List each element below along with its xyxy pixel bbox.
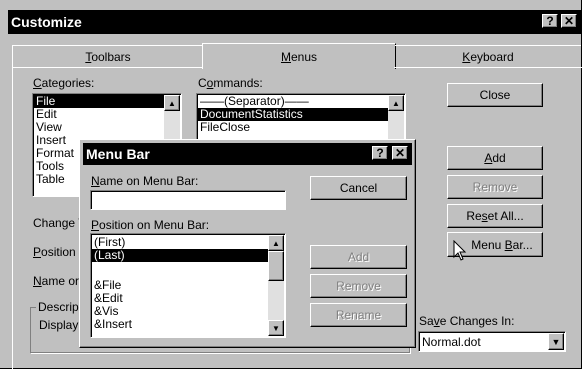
tab-panel-border xyxy=(12,67,202,68)
customize-title: Customize xyxy=(11,14,82,30)
commands-label: Commands: xyxy=(198,76,263,90)
list-item[interactable]: (Last) xyxy=(92,249,268,262)
add-button-label: Add xyxy=(484,151,506,165)
tab-toolbars-label: Toolbars xyxy=(85,50,131,64)
menu-bar-rename-button[interactable]: Rename xyxy=(310,303,407,327)
menu-bar-close-button[interactable]: ✕ xyxy=(392,146,408,160)
remove-button[interactable]: Remove xyxy=(447,175,543,199)
dropdown-button[interactable]: ▼ xyxy=(548,333,564,350)
tab-toolbars[interactable]: Toolbars xyxy=(12,45,203,68)
menu-bar-remove-button[interactable]: Remove xyxy=(310,274,407,298)
arrow-down-icon: ▼ xyxy=(551,336,561,347)
description-text: Display xyxy=(39,318,79,332)
name-on-menu-bar-input[interactable] xyxy=(90,190,286,210)
list-item[interactable]: &Insert xyxy=(92,318,268,331)
menu-bar-add-label: Add xyxy=(347,250,370,264)
close-button[interactable]: Close xyxy=(447,83,543,107)
menu-bar-remove-label: Remove xyxy=(336,279,381,293)
description-group-label: Descrip xyxy=(36,300,81,314)
arrow-up-icon: ▲ xyxy=(272,238,280,248)
commands-list[interactable]: ——(Separator)—— DocumentStatistics FileC… xyxy=(196,93,406,145)
tab-menus[interactable]: Menus xyxy=(202,43,396,69)
name-on-menu-bar-label: Name on Menu Bar: xyxy=(91,174,199,188)
mouse-pointer-icon xyxy=(453,240,467,261)
scroll-thumb[interactable] xyxy=(268,251,284,281)
reset-all-button[interactable]: Reset All... xyxy=(447,204,543,228)
save-changes-value: Normal.dot xyxy=(422,335,481,349)
categories-label: Categories: xyxy=(33,76,95,90)
customize-help-button[interactable]: ? xyxy=(542,14,558,28)
arrow-down-icon: ▼ xyxy=(272,323,280,333)
menu-bar-help-button[interactable]: ? xyxy=(372,146,388,160)
list-item[interactable] xyxy=(92,262,268,279)
arrow-up-icon: ▲ xyxy=(168,98,176,108)
reset-all-button-label: Reset All... xyxy=(466,209,524,223)
tab-keyboard[interactable]: Keyboard xyxy=(395,45,581,68)
help-icon: ? xyxy=(376,146,384,160)
tab-keyboard-label: Keyboard xyxy=(462,50,514,64)
position-label: Position c xyxy=(33,245,86,259)
remove-button-label: Remove xyxy=(472,180,518,194)
save-changes-select[interactable]: Normal.dot ▼ xyxy=(418,331,566,352)
position-scrollbar[interactable]: ▲ ▼ xyxy=(268,235,284,336)
menu-bar-rename-label: Rename xyxy=(335,308,382,322)
menu-bar-titlebar[interactable]: Menu Bar xyxy=(83,143,412,165)
tab-panel-border xyxy=(394,67,582,68)
position-list[interactable]: (First) (Last) &File &Edit &Vis &Insert … xyxy=(90,233,286,338)
scroll-up-button[interactable]: ▲ xyxy=(268,235,284,251)
customize-titlebar[interactable]: Customize xyxy=(8,10,582,34)
tab-menus-label: Menus xyxy=(280,49,318,64)
position-on-menu-bar-label: Position on Menu Bar: xyxy=(91,218,210,232)
commands-scrollbar[interactable]: ▲ xyxy=(388,95,404,144)
cancel-button[interactable]: Cancel xyxy=(310,176,407,200)
menu-bar-add-button[interactable]: Add xyxy=(310,245,407,269)
help-icon: ? xyxy=(546,14,554,28)
list-item[interactable]: &Edit xyxy=(92,292,268,305)
arrow-up-icon: ▲ xyxy=(392,98,400,108)
menu-bar-dialog: Menu Bar ? ✕ Name on Menu Bar: Cancel Po… xyxy=(79,139,416,348)
customize-close-button[interactable]: ✕ xyxy=(561,14,577,28)
name-label: Name or xyxy=(33,274,80,288)
menu-bar-button-label: Menu Bar... xyxy=(471,237,533,252)
cancel-button-label: Cancel xyxy=(339,181,378,195)
close-button-label: Close xyxy=(479,88,511,102)
close-icon: ✕ xyxy=(563,14,575,28)
add-button[interactable]: Add xyxy=(447,146,543,170)
scroll-down-button[interactable]: ▼ xyxy=(268,320,284,336)
tab-panel-left-border xyxy=(12,67,13,369)
save-changes-label: Save Changes In: xyxy=(419,314,515,328)
close-icon: ✕ xyxy=(394,146,406,160)
menu-bar-title: Menu Bar xyxy=(86,146,150,162)
scroll-up-button[interactable]: ▲ xyxy=(164,95,180,111)
scroll-up-button[interactable]: ▲ xyxy=(388,95,404,111)
list-item[interactable]: FileClose xyxy=(198,121,388,134)
